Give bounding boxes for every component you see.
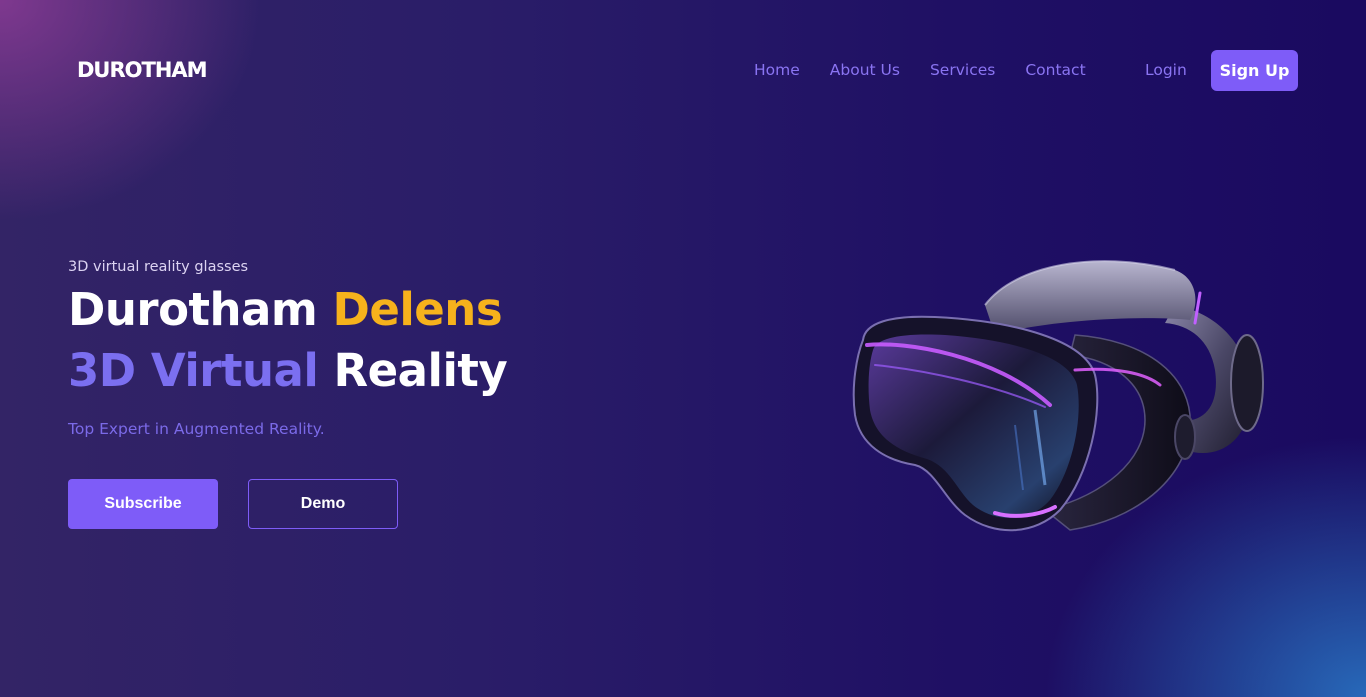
main-nav: Home About Us Services Contact <box>754 60 1116 80</box>
signup-button[interactable]: Sign Up <box>1211 50 1298 91</box>
hero-headline-line1: Durotham Delens <box>68 282 503 338</box>
nav-link-services[interactable]: Services <box>930 60 995 80</box>
headline-3d-virtual: 3D Virtual <box>68 344 319 397</box>
subscribe-button[interactable]: Subscribe <box>68 479 218 529</box>
hero-kicker: 3D virtual reality glasses <box>68 259 249 275</box>
hero-headline-line2: 3D Virtual Reality <box>68 343 508 399</box>
nav-link-contact[interactable]: Contact <box>1025 60 1085 80</box>
brand-logo[interactable]: DUROTHAM <box>77 58 208 82</box>
demo-button[interactable]: Demo <box>248 479 398 529</box>
nav-link-about-us[interactable]: About Us <box>830 60 900 80</box>
headline-brand-word: Durotham <box>68 283 318 336</box>
hero-tagline: Top Expert in Augmented Reality. <box>68 420 325 438</box>
headline-reality: Reality <box>333 344 508 397</box>
login-link[interactable]: Login <box>1145 60 1187 80</box>
headline-product-word: Delens <box>332 283 503 336</box>
vr-headset-image <box>852 260 1264 532</box>
nav-link-home[interactable]: Home <box>754 60 800 80</box>
